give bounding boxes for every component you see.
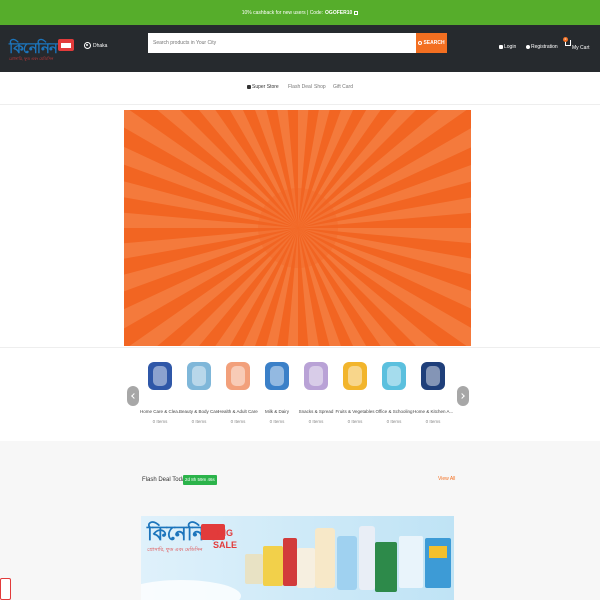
- category-image: [265, 362, 289, 390]
- category-count: 0 Items: [347, 419, 363, 424]
- registration-link[interactable]: Registration: [526, 44, 558, 50]
- banner-tagline: গ্রোসারি, ফুড এবং মেডিসিন: [147, 547, 203, 553]
- category-name: Beauty & Body Care: [179, 409, 219, 414]
- category-count: 0 Items: [425, 419, 441, 424]
- location-label: Dhaka: [93, 42, 108, 49]
- promo-code: OGOFER10: [325, 9, 353, 16]
- category-count: 0 Items: [269, 419, 285, 424]
- category-name: Health & Adult Care: [218, 409, 258, 414]
- category-image: [343, 362, 367, 390]
- category-item[interactable]: Beauty & Body Care 0 Items: [179, 362, 219, 424]
- category-image: [382, 362, 406, 390]
- lock-icon: [499, 45, 503, 49]
- logo-cart-icon: [58, 39, 74, 51]
- cart-count-badge: 0: [563, 37, 568, 42]
- big-label: BIG: [217, 528, 233, 538]
- promo-text: 10% cashback for new users | Code:: [241, 9, 324, 16]
- location-selector[interactable]: Dhaka: [84, 42, 107, 49]
- category-name: Home & Kitchen A...: [413, 409, 453, 414]
- category-strip: Home Care & Clea... 0 Items Beauty & Bod…: [0, 347, 600, 441]
- search-input[interactable]: [148, 33, 416, 53]
- category-item[interactable]: Home & Kitchen A... 0 Items: [413, 362, 453, 424]
- login-link[interactable]: Login: [499, 44, 516, 50]
- nav-item-super-store[interactable]: Super Store: [247, 84, 279, 90]
- login-label: Login: [504, 44, 517, 50]
- category-name: Snacks & Spread: [298, 409, 334, 414]
- nav-label: Shop: [314, 84, 326, 90]
- nav-item-flash-deal[interactable]: Flash Deal: [288, 84, 312, 90]
- nav-item-shop[interactable]: Shop: [314, 84, 326, 90]
- category-count: 0 Items: [308, 419, 324, 424]
- category-name: Office & Schooling: [375, 409, 413, 414]
- category-prev-arrow-icon[interactable]: [127, 386, 139, 406]
- sale-label: SALE: [213, 540, 237, 550]
- category-count: 0 Items: [230, 419, 246, 424]
- main-nav: Super Store Flash Deal Shop Gift Card: [0, 72, 600, 105]
- category-count: 0 Items: [386, 419, 402, 424]
- store-icon: [247, 85, 251, 89]
- nav-label: Gift Card: [333, 84, 354, 90]
- nav-item-gift-card[interactable]: Gift Card: [333, 84, 353, 90]
- search-button[interactable]: SEARCH: [416, 33, 447, 53]
- category-count: 0 Items: [152, 419, 168, 424]
- category-next-arrow-icon[interactable]: [457, 386, 469, 406]
- user-icon: [526, 45, 530, 49]
- flash-deal-title: Flash Deal Today: [142, 477, 189, 483]
- cart-button[interactable]: 0 My Cart: [563, 37, 590, 55]
- category-image: [304, 362, 328, 390]
- category-count: 0 Items: [191, 419, 207, 424]
- site-logo[interactable]: কিনেনিন গ্রোসারি, ফুড এবং মেডিসিন: [9, 37, 76, 63]
- sunburst-graphic: [124, 110, 471, 346]
- category-image: [187, 362, 211, 390]
- flash-deal-timer: 2d 8h 59m 46s: [183, 475, 217, 485]
- category-item[interactable]: Home Care & Clea... 0 Items: [140, 362, 180, 424]
- category-image: [226, 362, 250, 390]
- copy-icon[interactable]: [354, 10, 359, 15]
- view-all-link[interactable]: View All: [438, 476, 455, 482]
- category-item[interactable]: Milk & Dairy 0 Items: [257, 362, 297, 424]
- promo-bar: 10% cashback for new users | Code: OGOFE…: [0, 0, 600, 25]
- search-icon: [418, 41, 423, 45]
- category-name: Fruits & Vegetables: [335, 409, 375, 414]
- category-image: [421, 362, 445, 390]
- nav-label: Flash Deal: [288, 84, 312, 90]
- category-name: Milk & Dairy: [264, 409, 289, 414]
- registration-label: Registration: [531, 44, 558, 50]
- category-name: Home Care & Clea...: [140, 409, 180, 414]
- category-item[interactable]: Snacks & Spread 0 Items: [296, 362, 336, 424]
- search-button-label: SEARCH: [423, 40, 445, 46]
- cart-label: My Cart: [572, 45, 590, 51]
- hero-banner[interactable]: [124, 110, 471, 346]
- logo-tagline: গ্রোসারি, ফুড এবং মেডিসিন: [9, 56, 54, 61]
- nav-label: Super Store: [252, 84, 279, 90]
- category-image: [148, 362, 172, 390]
- location-pin-icon: [84, 42, 91, 49]
- flash-deal-banner[interactable]: কিনেনিন গ্রোসারি, ফুড এবং মেডিসিন BIG SA…: [141, 516, 454, 600]
- category-item[interactable]: Fruits & Vegetables 0 Items: [335, 362, 375, 424]
- category-item[interactable]: Health & Adult Care 0 Items: [218, 362, 258, 424]
- big-sale-graphic: কিনেনিন গ্রোসারি, ফুড এবং মেডিসিন BIG SA…: [141, 516, 454, 600]
- category-item[interactable]: Office & Schooling 0 Items: [374, 362, 414, 424]
- flash-deal-section: Flash Deal Today 2d 8h 59m 46s View All …: [0, 441, 600, 600]
- side-promo-badge[interactable]: [0, 578, 11, 600]
